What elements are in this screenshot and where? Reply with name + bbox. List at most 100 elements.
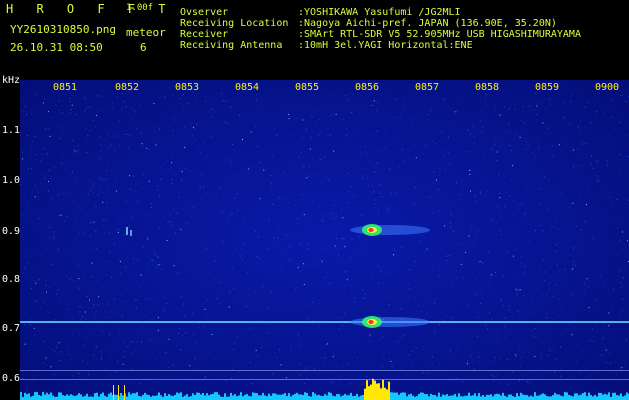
noise-floor-bar — [476, 396, 478, 400]
noise-speckle — [359, 278, 361, 280]
noise-speckle — [330, 383, 331, 385]
noise-speckle — [177, 332, 179, 334]
noise-speckle — [330, 212, 332, 214]
noise-speckle — [525, 184, 527, 186]
noise-speckle — [104, 139, 106, 141]
noise-speckle — [125, 134, 127, 135]
noise-speckle — [48, 257, 50, 259]
noise-speckle — [131, 216, 132, 218]
noise-speckle — [307, 318, 309, 320]
noise-speckle — [148, 158, 150, 160]
noise-speckle — [156, 381, 158, 383]
noise-speckle — [189, 217, 191, 218]
peak-bar — [386, 389, 388, 400]
noise-speckle — [203, 186, 205, 188]
noise-speckle — [501, 270, 503, 272]
noise-speckle — [168, 338, 170, 340]
noise-speckle — [259, 162, 260, 163]
noise-speckle — [485, 103, 487, 105]
noise-speckle — [441, 131, 442, 132]
noise-speckle — [372, 104, 374, 106]
noise-speckle — [43, 341, 45, 343]
noise-speckle — [183, 94, 184, 96]
noise-speckle — [313, 160, 315, 162]
noise-speckle — [157, 188, 159, 190]
noise-speckle — [148, 148, 150, 150]
noise-speckle — [24, 266, 26, 268]
noise-speckle — [345, 95, 347, 97]
noise-speckle — [196, 123, 198, 125]
noise-speckle — [66, 308, 68, 310]
noise-speckle — [137, 158, 139, 160]
noise-speckle — [479, 99, 481, 101]
noise-speckle — [386, 156, 387, 158]
noise-speckle — [257, 236, 259, 238]
noise-speckle — [129, 175, 130, 177]
noise-speckle — [603, 285, 605, 287]
noise-speckle — [105, 261, 107, 263]
noise-speckle — [154, 126, 156, 128]
noise-speckle — [493, 380, 495, 381]
noise-speckle — [382, 150, 384, 152]
noise-speckle — [172, 129, 174, 131]
noise-floor-bar — [560, 395, 562, 400]
noise-speckle — [487, 265, 489, 267]
noise-speckle — [575, 265, 577, 266]
noise-speckle — [20, 234, 22, 236]
noise-speckle — [295, 288, 297, 290]
noise-speckle — [80, 207, 81, 209]
noise-speckle — [110, 197, 112, 199]
noise-speckle — [54, 319, 56, 321]
noise-speckle — [119, 145, 120, 147]
noise-speckle — [256, 99, 257, 101]
noise-speckle — [475, 283, 477, 284]
noise-speckle — [351, 289, 352, 291]
noise-speckle — [556, 315, 558, 317]
noise-speckle — [474, 195, 476, 197]
noise-floor-bar — [34, 392, 36, 400]
noise-speckle — [353, 188, 355, 190]
noise-speckle — [411, 366, 413, 368]
noise-speckle — [367, 358, 369, 360]
noise-floor-bar — [170, 395, 172, 400]
noise-speckle — [572, 332, 574, 334]
noise-speckle — [610, 192, 612, 194]
noise-speckle — [24, 106, 26, 108]
noise-speckle — [318, 324, 319, 326]
noise-speckle — [562, 353, 563, 354]
noise-speckle — [61, 105, 63, 107]
noise-speckle — [485, 230, 487, 232]
noise-speckle — [594, 307, 596, 309]
noise-speckle — [365, 238, 367, 240]
noise-speckle — [101, 358, 102, 360]
noise-speckle — [609, 362, 611, 364]
noise-speckle — [492, 360, 494, 362]
noise-speckle — [376, 130, 378, 132]
noise-floor-bar — [294, 393, 296, 400]
noise-speckle — [268, 220, 270, 222]
noise-speckle — [225, 160, 227, 162]
noise-speckle — [113, 287, 115, 289]
x-tick-label: 0900 — [595, 82, 620, 93]
noise-speckle — [515, 355, 517, 357]
noise-speckle — [341, 383, 343, 385]
noise-speckle — [620, 317, 622, 319]
noise-speckle — [92, 276, 94, 278]
noise-speckle — [327, 179, 329, 181]
noise-speckle — [314, 368, 316, 370]
noise-speckle — [131, 341, 133, 342]
noise-speckle — [608, 325, 610, 327]
noise-speckle — [412, 265, 414, 267]
noise-floor-bar — [296, 392, 298, 400]
receiver-label: Receiver — [180, 29, 229, 40]
noise-speckle — [79, 311, 81, 313]
noise-speckle — [182, 178, 184, 180]
noise-speckle — [198, 327, 200, 328]
noise-floor-bar — [266, 396, 268, 400]
noise-speckle — [300, 242, 302, 244]
noise-speckle — [367, 279, 369, 281]
noise-speckle — [107, 188, 109, 190]
noise-speckle — [337, 177, 339, 179]
noise-floor-bar — [576, 393, 578, 400]
noise-speckle — [578, 165, 580, 167]
